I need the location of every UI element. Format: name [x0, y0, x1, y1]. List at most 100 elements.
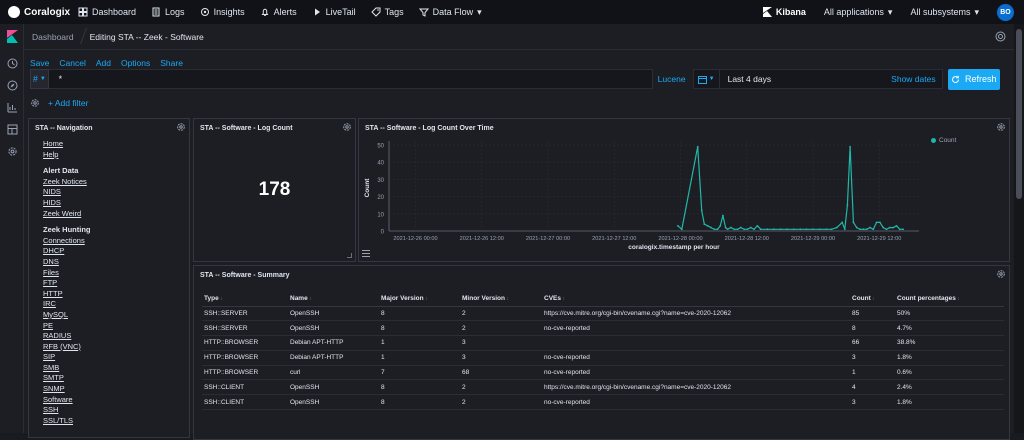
refresh-icon — [952, 75, 960, 83]
nav-link-ssl-tls[interactable]: SSL/TLS — [43, 416, 91, 427]
quick-menu-button[interactable]: ▼ — [694, 70, 720, 88]
column-header[interactable]: Type ↕ — [202, 291, 288, 307]
discover-icon[interactable] — [0, 74, 24, 96]
nav-link-radius[interactable]: RADIUS — [43, 331, 91, 342]
sort-icon[interactable]: ↕ — [956, 296, 960, 302]
nav-link-nids[interactable]: NIDS — [43, 187, 91, 198]
nav-logs[interactable]: Logs — [151, 7, 185, 17]
nav-link-sip[interactable]: SIP — [43, 352, 91, 363]
nav-link-ssh[interactable]: SSH — [43, 405, 91, 416]
nav-link-dhcp[interactable]: DHCP — [43, 246, 91, 257]
table-cell: 3 — [850, 350, 895, 366]
column-header[interactable]: Count ↕ — [850, 291, 895, 307]
dashboard-icon[interactable] — [0, 118, 24, 140]
nav-link-hids[interactable]: HIDS — [43, 198, 91, 209]
panel-options-gear-icon[interactable] — [996, 269, 1006, 279]
search-input[interactable]: * — [48, 69, 653, 89]
table-cell: OpenSSH — [288, 394, 379, 411]
save-button[interactable]: Save — [30, 58, 49, 68]
nav-data-flow[interactable]: Data Flow ▾ — [418, 7, 482, 18]
column-header[interactable]: Count percentages ↕ — [895, 291, 1004, 307]
nav-link-smtp[interactable]: SMTP — [43, 373, 91, 384]
panel-options-gear-icon[interactable] — [342, 122, 352, 132]
nav-link-help[interactable]: Help — [43, 150, 91, 161]
breadcrumb-dashboard[interactable]: Dashboard — [32, 32, 84, 42]
table-row: HTTP::BROWSER Debian APT-HTTP 1 3 no-cve-rep… — [202, 350, 1004, 366]
scrollbar-thumb[interactable] — [1016, 29, 1022, 199]
nav-link-dns[interactable]: DNS — [43, 257, 91, 268]
column-header[interactable]: Major Version ↕ — [379, 291, 460, 307]
data-point — [869, 226, 871, 229]
visualize-icon[interactable] — [0, 96, 24, 118]
panel-title: STA -- Software - Summary — [200, 272, 290, 279]
nav-tags[interactable]: Tags — [370, 7, 404, 17]
recent-icon[interactable] — [0, 52, 24, 74]
nav-link-snmp[interactable]: SNMP — [43, 384, 91, 395]
help-lifebuoy-icon[interactable] — [995, 31, 1006, 42]
cancel-button[interactable]: Cancel — [59, 58, 85, 68]
avatar[interactable]: BO — [997, 3, 1014, 21]
data-point — [743, 228, 745, 231]
nav-link-rfb-vnc[interactable]: RFB (VNC) — [43, 342, 91, 353]
nav-link-zeek-weird[interactable]: Zeek Weird — [43, 209, 91, 220]
nav-link-zeek-notices[interactable]: Zeek Notices — [43, 177, 91, 188]
data-point — [865, 228, 868, 231]
x-tick-label: 2021-12-26 12:00 — [460, 236, 504, 242]
management-gear-icon[interactable] — [0, 140, 24, 162]
add-button[interactable]: Add — [96, 58, 111, 68]
sort-icon[interactable]: ↕ — [424, 296, 428, 302]
brand[interactable]: Coralogix — [0, 6, 78, 18]
panel-options-gear-icon[interactable] — [176, 122, 186, 132]
log-count-panel: STA -- Software - Log Count 178 — [193, 118, 356, 262]
nav-link-files[interactable]: Files — [43, 268, 91, 279]
data-point — [722, 214, 724, 217]
kibana-menu-icon[interactable] — [0, 24, 24, 48]
nav-link-irc[interactable]: IRC — [43, 299, 91, 310]
query-language-button[interactable]: # ▼ — [30, 69, 49, 89]
nav-dashboard[interactable]: Dashboard — [78, 7, 136, 17]
sort-icon[interactable]: ↕ — [308, 296, 312, 302]
data-point — [719, 224, 722, 227]
options-button[interactable]: Options — [121, 58, 150, 68]
column-header[interactable]: Name ↕ — [288, 291, 379, 307]
column-header[interactable]: Minor Version ↕ — [460, 291, 542, 307]
data-point — [716, 228, 719, 231]
nav-link-home[interactable]: Home — [43, 139, 91, 150]
column-header-label: Count percentages — [897, 294, 956, 302]
lucene-toggle[interactable]: Lucene — [657, 74, 687, 84]
nav-link-software[interactable]: Software — [43, 395, 91, 406]
sort-icon[interactable]: ↕ — [505, 296, 509, 302]
nav-livetail[interactable]: LiveTail — [312, 7, 356, 17]
applications-dropdown[interactable]: All applications ▾ — [824, 7, 893, 18]
refresh-button[interactable]: Refresh — [947, 68, 1000, 90]
column-header[interactable]: CVEs ↕ — [542, 291, 850, 307]
nav-alerts[interactable]: Alerts — [260, 7, 297, 17]
subsystems-dropdown[interactable]: All subsystems ▾ — [910, 7, 979, 18]
show-dates-link[interactable]: Show dates — [891, 74, 941, 84]
table-cell: SSH::CLIENT — [202, 379, 288, 396]
data-point — [818, 228, 821, 231]
sort-icon[interactable]: ↕ — [219, 296, 223, 302]
resize-handle[interactable] — [347, 253, 352, 258]
page-scrollbar[interactable] — [1014, 24, 1024, 433]
table-cell: Debian APT-HTTP — [288, 350, 379, 366]
table-cell: OpenSSH — [288, 379, 379, 396]
nav-link-pe[interactable]: PE — [43, 321, 91, 332]
nav-section-heading: Zeek Hunting — [43, 225, 91, 235]
chart-legend[interactable]: Count — [931, 137, 956, 144]
share-button[interactable]: Share — [160, 58, 183, 68]
kibana-link[interactable]: Kibana — [762, 7, 806, 17]
legend-toggle-icon[interactable] — [362, 250, 370, 257]
sort-icon[interactable]: ↕ — [561, 296, 565, 302]
nav-link-connections[interactable]: Connections — [43, 236, 91, 247]
sort-icon[interactable]: ↕ — [871, 296, 875, 302]
add-filter-button[interactable]: + Add filter — [48, 98, 88, 108]
nav-link-http[interactable]: HTTP — [43, 289, 91, 300]
filter-gear-icon[interactable] — [30, 98, 40, 108]
nav-link-mysql[interactable]: MySQL — [43, 310, 91, 321]
nav-link-ftp[interactable]: FTP — [43, 278, 91, 289]
nav-insights[interactable]: Insights — [200, 7, 245, 17]
date-picker[interactable]: ▼ Last 4 days Show dates — [692, 69, 943, 89]
table-cell: 1 — [379, 350, 460, 366]
nav-link-smb[interactable]: SMB — [43, 363, 91, 374]
